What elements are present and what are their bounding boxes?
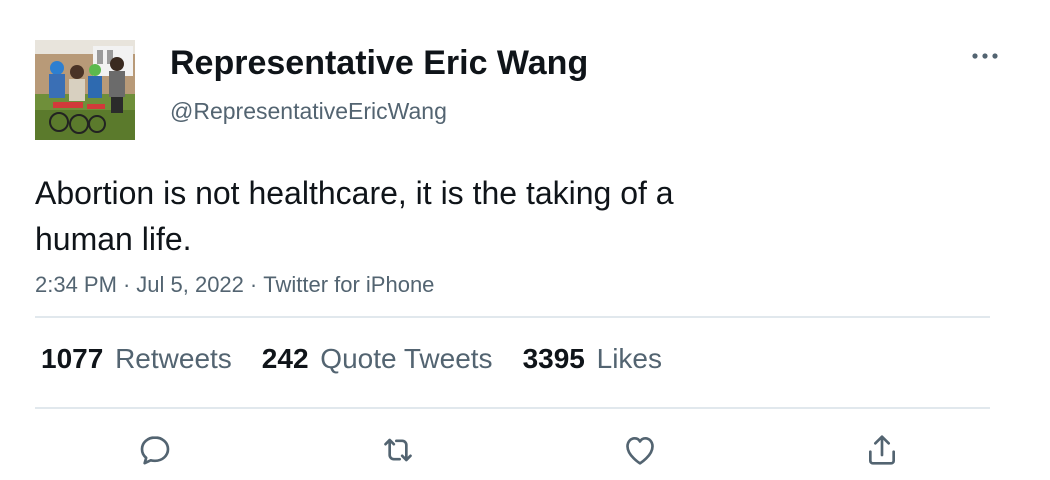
avatar[interactable]: [35, 40, 135, 140]
tweet-source[interactable]: Twitter for iPhone: [263, 272, 434, 297]
divider: [35, 407, 990, 409]
meta-separator: ·: [249, 272, 258, 297]
quote-tweets-label: Quote Tweets: [320, 343, 493, 374]
quote-tweets-count: 242: [261, 343, 309, 374]
likes-label: Likes: [596, 343, 663, 374]
retweets-label: Retweets: [115, 343, 232, 374]
retweet-icon: [384, 438, 412, 462]
heart-icon: [626, 437, 654, 465]
retweets-stat[interactable]: 1077 Retweets: [41, 340, 232, 378]
tweet-card: Representative Eric Wang @Representative…: [0, 0, 1050, 480]
display-name[interactable]: Representative Eric Wang: [170, 42, 588, 84]
avatar-photo: [35, 40, 135, 140]
tweet-stats: 1077 Retweets 242 Quote Tweets 3395 Like…: [41, 340, 692, 378]
like-button[interactable]: [618, 428, 662, 472]
retweet-button[interactable]: [376, 428, 420, 472]
more-dots-icon: [972, 53, 998, 59]
tweet-text: Abortion is not healthcare, it is the ta…: [35, 175, 674, 257]
share-icon: [869, 435, 895, 465]
retweets-count: 1077: [41, 343, 104, 374]
tweet-meta: 2:34 PM · Jul 5, 2022 · Twitter for iPhone: [35, 270, 434, 300]
share-button[interactable]: [860, 428, 904, 472]
meta-separator: ·: [122, 272, 131, 297]
reply-icon: [140, 436, 170, 465]
quote-tweets-stat[interactable]: 242 Quote Tweets: [262, 340, 493, 378]
likes-count: 3395: [522, 343, 585, 374]
user-handle[interactable]: @RepresentativeEricWang: [170, 96, 447, 126]
tweet-date[interactable]: Jul 5, 2022: [136, 272, 244, 297]
likes-stat[interactable]: 3395 Likes: [523, 340, 662, 378]
tweet-actions: [0, 428, 1050, 472]
divider: [35, 316, 990, 318]
more-options-button[interactable]: [968, 42, 1002, 70]
tweet-time[interactable]: 2:34 PM: [35, 272, 117, 297]
reply-button[interactable]: [133, 428, 177, 472]
